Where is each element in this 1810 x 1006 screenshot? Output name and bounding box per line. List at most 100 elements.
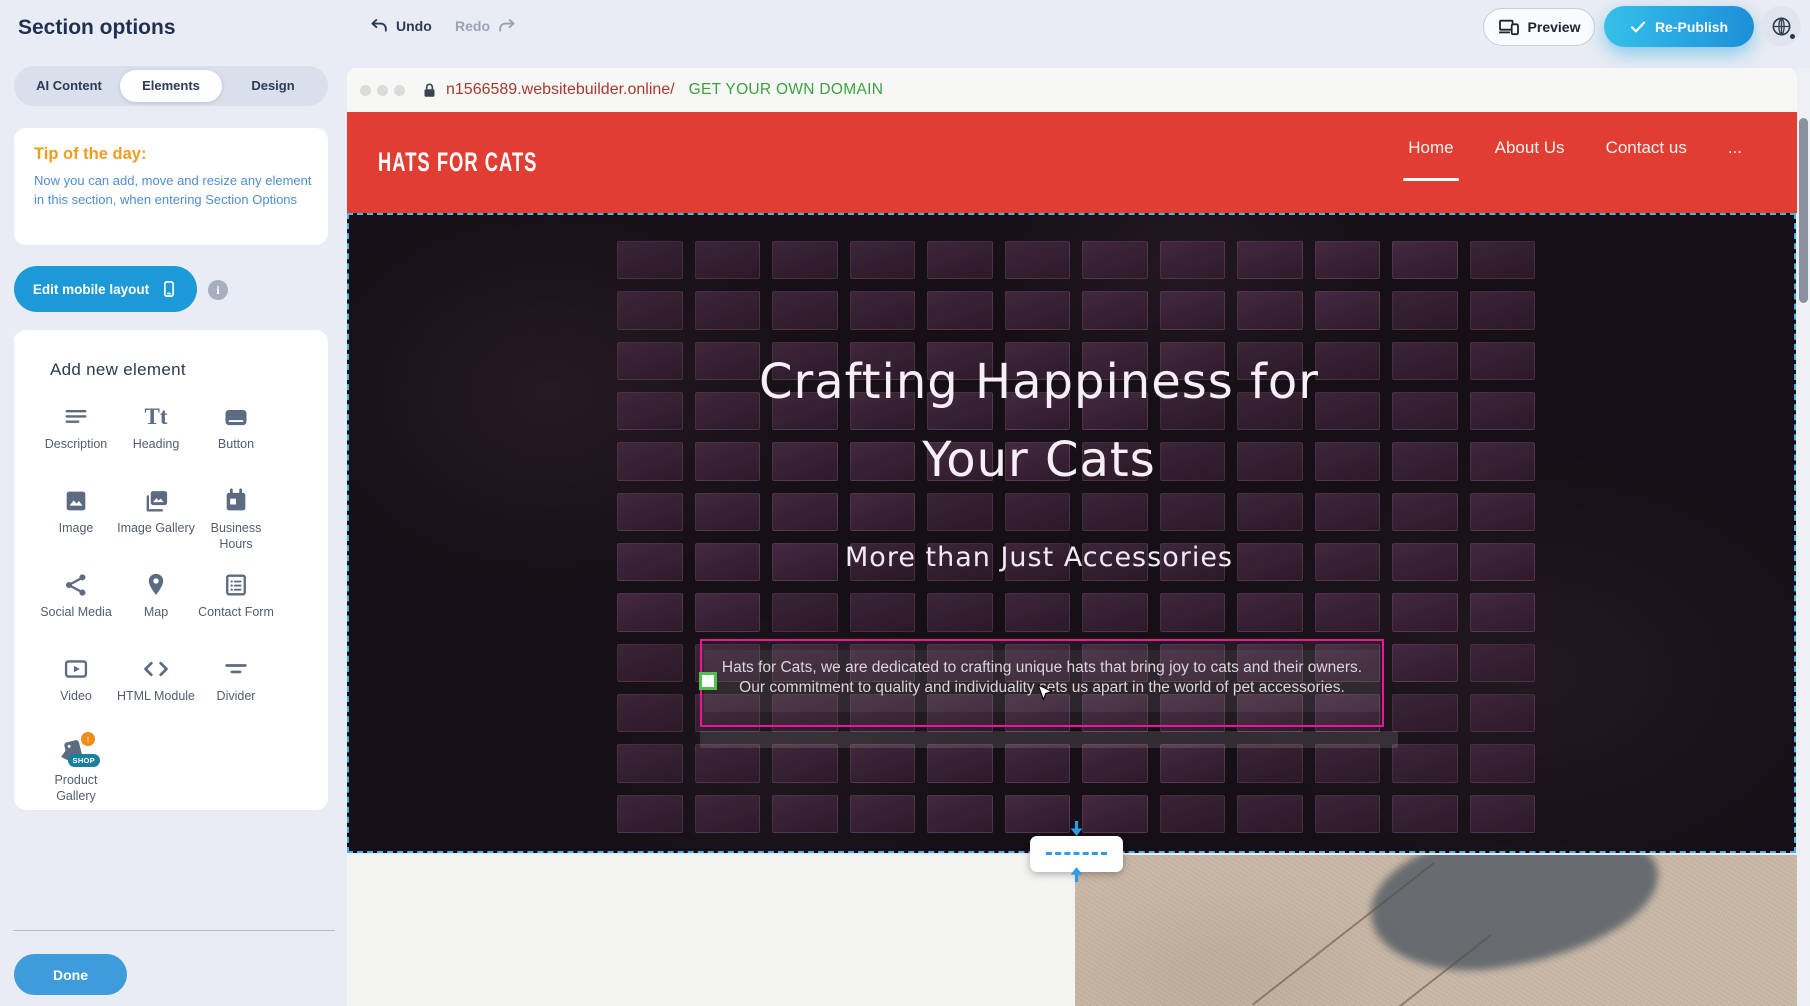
- hero-tile: [617, 644, 683, 682]
- tab-ai-content[interactable]: AI Content: [18, 70, 120, 102]
- nav-item-about-us[interactable]: About Us: [1495, 138, 1565, 158]
- element-label: Social Media: [40, 604, 112, 620]
- hero-subheading[interactable]: More than Just Accessories: [349, 542, 1729, 573]
- business-hours-icon: [222, 486, 250, 516]
- selected-paragraph-element[interactable]: Hats for Cats, we are dedicated to craft…: [700, 639, 1384, 727]
- add-element-product-gallery[interactable]: ↑SHOP Product Gallery: [36, 738, 116, 822]
- hero-tile: [1470, 744, 1536, 782]
- element-label: Button: [218, 436, 254, 452]
- description-icon: [62, 402, 90, 432]
- add-element-button[interactable]: Button: [196, 402, 276, 486]
- hero-tile: [1082, 241, 1148, 279]
- hero-tile: [850, 744, 916, 782]
- undo-icon: [370, 17, 389, 34]
- hero-section-selected[interactable]: Crafting Happiness for Your Cats More th…: [347, 213, 1796, 853]
- hero-tile: [1315, 241, 1381, 279]
- element-label: Divider: [217, 688, 256, 704]
- hero-tile: [927, 593, 993, 631]
- hero-tile: [850, 241, 916, 279]
- add-element-video[interactable]: Video: [36, 654, 116, 738]
- hero-tile: [617, 744, 683, 782]
- element-label: HTML Module: [117, 688, 195, 704]
- heading-icon: Tt: [145, 402, 168, 432]
- nav-item-more[interactable]: ...: [1728, 138, 1742, 158]
- preview-button[interactable]: Preview: [1483, 8, 1595, 46]
- nav-item-contact-us[interactable]: Contact us: [1606, 138, 1687, 158]
- mobile-phone-icon: [160, 279, 178, 299]
- page-title: Section options: [18, 16, 176, 40]
- hero-heading[interactable]: Crafting Happiness for Your Cats: [349, 343, 1729, 499]
- image-gallery-icon: [142, 486, 170, 516]
- hero-tile: [1160, 593, 1226, 631]
- undo-button[interactable]: Undo: [370, 17, 432, 34]
- hero-heading-line-2: Your Cats: [349, 421, 1729, 499]
- hero-tile: [617, 241, 683, 279]
- hero-tile: [850, 795, 916, 833]
- add-element-heading[interactable]: Tt Heading: [116, 402, 196, 486]
- chrome-dot: [377, 85, 388, 96]
- element-label: Image: [59, 520, 94, 536]
- redo-icon: [497, 17, 516, 34]
- hero-tile: [1237, 291, 1303, 329]
- hero-tile: [617, 795, 683, 833]
- site-nav: Home About Us Contact us...: [1408, 138, 1742, 158]
- hero-tile: [1005, 593, 1071, 631]
- site-logo[interactable]: HATS FOR CATS: [378, 147, 537, 178]
- hero-tile: [1160, 795, 1226, 833]
- active-nav-underline: [1403, 178, 1458, 181]
- language-globe-button[interactable]: [1761, 6, 1801, 46]
- hero-tile: [1005, 241, 1071, 279]
- hero-tile: [1160, 291, 1226, 329]
- add-element-image-gallery[interactable]: Image Gallery: [116, 486, 196, 570]
- hero-tile: [850, 593, 916, 631]
- hero-tile: [1082, 291, 1148, 329]
- contact-form-icon: [222, 570, 250, 600]
- republish-label: Re-Publish: [1655, 19, 1728, 35]
- next-section-paving-image: [1075, 855, 1797, 1006]
- scrollbar-thumb[interactable]: [1799, 118, 1808, 303]
- hero-tile: [1315, 795, 1381, 833]
- hero-tile: [1315, 291, 1381, 329]
- add-element-description[interactable]: Description: [36, 402, 116, 486]
- devices-icon: [1498, 18, 1520, 36]
- product-gallery-shop-icon: ↑SHOP: [61, 738, 91, 768]
- resize-dashes: [1046, 852, 1107, 855]
- hero-tile: [1237, 241, 1303, 279]
- section-resize-handle[interactable]: [1030, 836, 1123, 872]
- done-button[interactable]: Done: [14, 954, 127, 995]
- tab-elements[interactable]: Elements: [120, 70, 222, 102]
- hero-tile: [1470, 795, 1536, 833]
- element-label: Product Gallery: [36, 772, 116, 804]
- element-label: Map: [144, 604, 168, 620]
- republish-button[interactable]: Re-Publish: [1604, 6, 1754, 47]
- element-label: Video: [60, 688, 92, 704]
- hero-tile: [1160, 744, 1226, 782]
- panel-tabs: AI ContentElementsDesign: [14, 66, 328, 106]
- tab-design[interactable]: Design: [222, 70, 324, 102]
- tip-of-the-day-card: Tip of the day: Now you can add, move an…: [14, 128, 328, 245]
- add-element-map[interactable]: Map: [116, 570, 196, 654]
- edit-mobile-layout-button[interactable]: Edit mobile layout: [14, 266, 197, 312]
- hero-tile: [1392, 593, 1458, 631]
- cat-shadow-shape: [1362, 855, 1668, 985]
- hero-tile: [927, 241, 993, 279]
- hero-tile: [1392, 744, 1458, 782]
- map-pin-icon: [142, 570, 170, 600]
- get-domain-link[interactable]: GET YOUR OWN DOMAIN: [689, 81, 884, 99]
- add-element-contact-form[interactable]: Contact Form: [196, 570, 276, 654]
- element-drag-handle[interactable]: [699, 672, 717, 690]
- add-element-divider[interactable]: Divider: [196, 654, 276, 738]
- video-icon: [62, 654, 90, 684]
- add-element-image[interactable]: Image: [36, 486, 116, 570]
- add-element-business-hours[interactable]: Business Hours: [196, 486, 276, 570]
- nav-item-home[interactable]: Home: [1408, 138, 1453, 158]
- element-placeholder-band: [700, 731, 1398, 748]
- info-icon[interactable]: i: [208, 280, 228, 300]
- redo-button[interactable]: Redo: [455, 17, 516, 34]
- element-label: Heading: [133, 436, 180, 452]
- hero-tile: [1237, 593, 1303, 631]
- shop-badge: SHOP: [68, 754, 100, 767]
- add-element-social-media[interactable]: Social Media: [36, 570, 116, 654]
- hero-tile: [1082, 593, 1148, 631]
- add-element-html-module[interactable]: HTML Module: [116, 654, 196, 738]
